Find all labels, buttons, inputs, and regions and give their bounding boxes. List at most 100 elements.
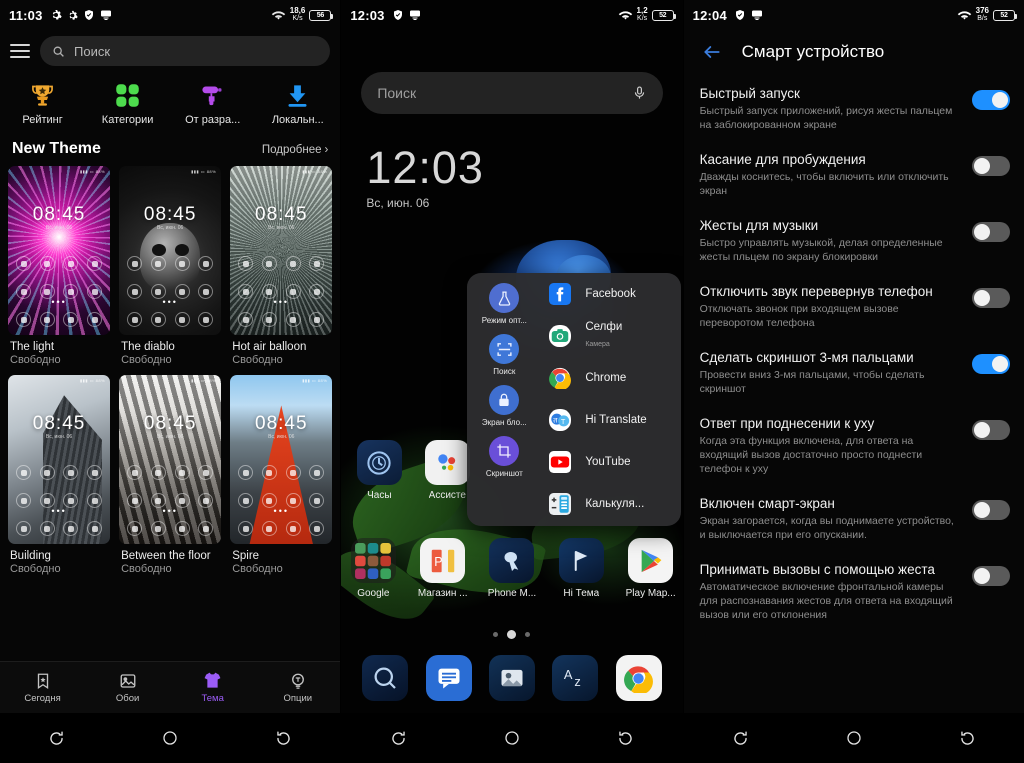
- theme-app-icon: [285, 256, 301, 271]
- popup-app-item[interactable]: Facebook: [541, 273, 681, 315]
- popup-tool-screenshot[interactable]: Скриншот: [467, 436, 541, 478]
- popup-app-item[interactable]: YouTube: [541, 441, 681, 483]
- theme-icon-row: [16, 465, 103, 480]
- monitor-icon: [409, 9, 421, 21]
- theme-app-icon: [285, 493, 301, 508]
- popup-app-item[interactable]: Chrome: [541, 357, 681, 399]
- settings-row[interactable]: Принимать вызовы с помощью жеста Автомати…: [684, 552, 1024, 632]
- settings-toggle[interactable]: [971, 90, 1010, 110]
- settings-toggle[interactable]: [971, 420, 1010, 440]
- theme-app-icon: [285, 465, 301, 480]
- settings-description: Провести вниз 3-мя пальцами, чтобы сдела…: [699, 369, 925, 395]
- back-arrow-icon[interactable]: [700, 42, 724, 62]
- theme-icon-row: [238, 521, 325, 536]
- tab-options[interactable]: Опции: [255, 672, 340, 704]
- recent-icon[interactable]: [389, 729, 408, 748]
- theme-card[interactable]: ▮▮▮ ▭ 88% 08:45 Вс, июн. 06 ••• Hot air ball…: [230, 166, 333, 366]
- lock-icon: [489, 385, 520, 415]
- theme-card[interactable]: ▮▮▮ ▭ 88% 08:45 Вс, июн. 06 ••• Between the …: [119, 375, 222, 575]
- app-icon-hi-theme[interactable]: Hi Тема: [555, 538, 607, 599]
- three-phone-screenshots: 11:03 18,6 K/s 56 Поиск Рейтинг Категори…: [0, 0, 1024, 763]
- popup-tool-label: Поиск: [493, 367, 516, 376]
- chrome-icon[interactable]: [615, 655, 662, 701]
- shield-icon: [392, 9, 404, 21]
- search-input[interactable]: Поиск: [40, 36, 331, 66]
- quick-link-categories[interactable]: Категории: [85, 82, 170, 126]
- app-icon-store[interactable]: P Магазин ...: [417, 538, 469, 599]
- page-dot-active[interactable]: [507, 630, 517, 639]
- microphone-icon[interactable]: [632, 84, 647, 102]
- app-icon-assistant[interactable]: Ассисте: [421, 440, 473, 501]
- popup-tool-search[interactable]: Поиск: [467, 334, 541, 376]
- home-icon[interactable]: [161, 729, 179, 747]
- search-app-icon[interactable]: [362, 655, 409, 701]
- page-dot[interactable]: [493, 632, 499, 637]
- settings-row[interactable]: Жесты для музыки Быстро управлять музыкой…: [684, 208, 1024, 274]
- app-icon-clock[interactable]: Часы: [353, 440, 405, 501]
- tab-theme[interactable]: Тема: [170, 671, 255, 704]
- theme-app-icon: [174, 284, 190, 299]
- theme-card[interactable]: ▮▮▮ ▭ 88% 08:45 Вс, июн. 06 ••• Building Своб…: [8, 375, 111, 575]
- app-icon-play-store[interactable]: Play Mар...: [625, 538, 677, 599]
- theme-card[interactable]: ▮▮▮ ▭ 88% 08:45 Вс, июн. 06 ••• The light Сво…: [8, 166, 111, 366]
- theme-app-icon: [261, 493, 277, 508]
- theme-card[interactable]: ▮▮▮ ▭ 88% 08:45 Вс, июн. 06 ••• Spire Свободн…: [230, 375, 333, 575]
- settings-row[interactable]: Сделать скриншот 3-мя пальцами Провести в…: [684, 340, 1024, 406]
- home-search-bar[interactable]: Поиск: [361, 72, 663, 114]
- theme-thumbnail[interactable]: ▮▮▮ ▭ 88% 08:45 Вс, июн. 06 •••: [230, 375, 333, 544]
- settings-toggle[interactable]: [971, 500, 1010, 520]
- recent-icon[interactable]: [47, 729, 66, 748]
- settings-description: Когда эта функция включена, для ответа н…: [699, 435, 923, 475]
- app-icon-phone-manager[interactable]: Phone M...: [486, 538, 538, 599]
- messages-icon[interactable]: [425, 655, 472, 701]
- settings-title: Быстрый запуск: [699, 86, 800, 101]
- quick-link-developer[interactable]: От разра...: [170, 82, 255, 126]
- home-icon[interactable]: [503, 729, 521, 747]
- page-dot[interactable]: [525, 632, 531, 637]
- popup-tool-optimize[interactable]: Режим опт...: [467, 283, 541, 325]
- settings-row[interactable]: Отключить звук перевернув телефон Отключа…: [684, 274, 1024, 340]
- network-rate-unit: K/s: [637, 15, 648, 22]
- more-link[interactable]: Подробнее ›: [262, 144, 328, 156]
- theme-thumbnail[interactable]: ▮▮▮ ▭ 88% 08:45 Вс, июн. 06 •••: [119, 375, 222, 544]
- settings-row[interactable]: Касание для пробуждения Дважды коснитесь,…: [684, 142, 1024, 208]
- quick-link-rating[interactable]: Рейтинг: [0, 82, 85, 126]
- theme-thumbnail[interactable]: ▮▮▮ ▭ 88% 08:45 Вс, июн. 06 •••: [230, 166, 333, 335]
- recent-icon[interactable]: [731, 729, 750, 748]
- settings-toggle[interactable]: [971, 354, 1010, 374]
- back-icon[interactable]: [616, 729, 635, 748]
- theme-thumbnail[interactable]: ▮▮▮ ▭ 88% 08:45 Вс, июн. 06 •••: [8, 375, 111, 544]
- home-icon[interactable]: [845, 729, 863, 747]
- settings-toggle[interactable]: [971, 222, 1010, 242]
- settings-toggle[interactable]: [971, 288, 1010, 308]
- popup-app-item[interactable]: त T Hi Translate: [541, 399, 681, 441]
- settings-header: Смарт устройство: [684, 30, 1024, 76]
- theme-thumbnail[interactable]: ▮▮▮ ▭ 88% 08:45 Вс, июн. 06 •••: [119, 166, 222, 335]
- home-clock-widget[interactable]: 12:03 Вс, июн. 06: [366, 144, 484, 211]
- theme-card[interactable]: ▮▮▮ ▭ 88% 08:45 Вс, июн. 06 ••• The diablo Св…: [119, 166, 222, 366]
- popup-tool-lock-screen[interactable]: Экран бло...: [467, 385, 541, 427]
- settings-toggle[interactable]: [971, 156, 1010, 176]
- hamburger-icon[interactable]: [10, 44, 30, 58]
- settings-row[interactable]: Включен смарт-экран Экран загорается, ког…: [684, 486, 1024, 552]
- popup-app-item[interactable]: Калькуля...: [541, 483, 681, 525]
- theme-app-icon: [39, 256, 55, 271]
- app-icon-google-folder[interactable]: Google: [347, 538, 399, 599]
- back-icon[interactable]: [958, 729, 977, 748]
- theme-clock-date: Вс, июн. 06: [268, 225, 295, 231]
- settings-row[interactable]: Ответ при поднесении к уху Когда эта функ…: [684, 406, 1024, 486]
- theme-thumbnail[interactable]: ▮▮▮ ▭ 88% 08:45 Вс, июн. 06 •••: [8, 166, 111, 335]
- settings-row[interactable]: Быстрый запуск Быстрый запуск приложений,…: [684, 76, 1024, 142]
- theme-app-icon: [16, 284, 31, 299]
- tab-wallpapers[interactable]: Обои: [85, 672, 170, 704]
- dictionary-icon[interactable]: Az: [552, 655, 599, 701]
- back-icon[interactable]: [274, 729, 293, 748]
- settings-toggle[interactable]: [971, 566, 1010, 586]
- quick-link-local[interactable]: Локальн...: [255, 82, 340, 126]
- tab-today[interactable]: Сегодня: [0, 672, 85, 704]
- theme-icon-row: [238, 284, 325, 299]
- quick-link-label: Локальн...: [271, 114, 324, 126]
- popup-app-item[interactable]: Селфи Камера: [541, 315, 681, 357]
- calculator-icon: [543, 488, 576, 521]
- gallery-icon[interactable]: [488, 655, 535, 701]
